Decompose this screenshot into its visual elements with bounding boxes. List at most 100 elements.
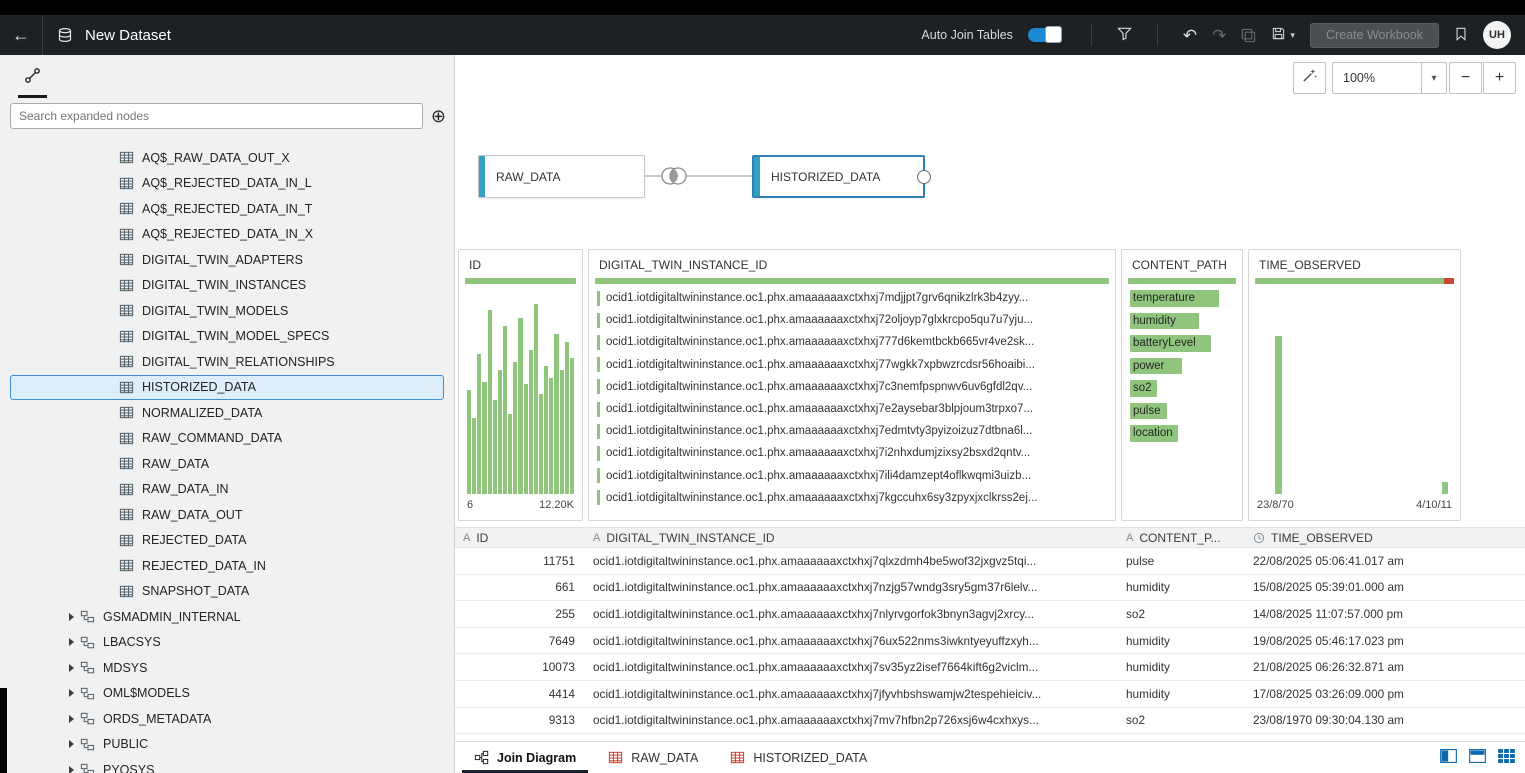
zoom-level-select[interactable]: 100% ▾ (1332, 62, 1447, 94)
sidebar-table-item[interactable]: RAW_DATA_OUT (10, 502, 444, 528)
quality-card-instance-id[interactable]: DIGITAL_TWIN_INSTANCE_ID ocid1.iotdigita… (588, 249, 1116, 521)
content-path-row[interactable]: power (1130, 355, 1234, 378)
expand-caret-icon[interactable] (69, 766, 74, 773)
sidebar-table-item[interactable]: AQ$_RAW_DATA_OUT_X (10, 145, 444, 171)
expand-caret-icon[interactable] (69, 740, 74, 748)
instance-value-row[interactable]: ocid1.iotdigitaltwininstance.oc1.phx.ama… (589, 376, 1115, 398)
split-horizontal-layout-button[interactable] (1469, 749, 1486, 766)
quality-card-content-path[interactable]: CONTENT_PATH temperaturehumiditybatteryL… (1121, 249, 1243, 521)
auto-join-toggle[interactable] (1028, 28, 1060, 42)
split-vertical-layout-button[interactable] (1440, 749, 1457, 766)
instance-value-row[interactable]: ocid1.iotdigitaltwininstance.oc1.phx.ama… (589, 287, 1115, 309)
grid-column-header[interactable]: ADIGITAL_TWIN_INSTANCE_ID (585, 531, 1118, 545)
expand-caret-icon[interactable] (69, 715, 74, 723)
instance-value-row[interactable]: ocid1.iotdigitaltwininstance.oc1.phx.ama… (589, 465, 1115, 487)
sidebar-table-item[interactable]: RAW_DATA (10, 451, 444, 477)
sidebar-table-item[interactable]: SNAPSHOT_DATA (10, 579, 444, 605)
join-handle[interactable] (917, 170, 931, 184)
instance-value-row[interactable]: ocid1.iotdigitaltwininstance.oc1.phx.ama… (589, 309, 1115, 331)
connections-tab[interactable] (18, 67, 47, 98)
undo-button[interactable]: ↶ (1183, 27, 1197, 44)
sidebar-table-item[interactable]: NORMALIZED_DATA (10, 400, 444, 426)
sidebar-schema-item[interactable]: MDSYS (10, 655, 444, 681)
sidebar-table-item[interactable]: AQ$_REJECTED_DATA_IN_X (10, 222, 444, 248)
quality-card-time-observed[interactable]: TIME_OBSERVED 23/8/70 4/10/11 (1248, 249, 1461, 521)
sidebar-table-item[interactable]: AQ$_REJECTED_DATA_IN_T (10, 196, 444, 222)
table-row[interactable]: 11751ocid1.iotdigitaltwininstance.oc1.ph… (455, 548, 1525, 575)
sidebar-table-item[interactable]: DIGITAL_TWIN_MODELS (10, 298, 444, 324)
grid-column-header[interactable]: ACONTENT_P... (1118, 531, 1245, 545)
table-row[interactable]: 9313ocid1.iotdigitaltwininstance.oc1.phx… (455, 708, 1525, 735)
bookmark-button[interactable] (1454, 27, 1468, 44)
search-input[interactable] (10, 103, 423, 129)
content-path-row[interactable]: so2 (1130, 377, 1234, 400)
histogram-bar (544, 366, 548, 494)
expand-caret-icon[interactable] (69, 638, 74, 646)
grid-column-header[interactable]: AID (455, 531, 585, 545)
instance-value-row[interactable]: ocid1.iotdigitaltwininstance.oc1.phx.ama… (589, 420, 1115, 442)
table-row[interactable]: 10073ocid1.iotdigitaltwininstance.oc1.ph… (455, 654, 1525, 681)
redo-button[interactable]: ↷ (1212, 27, 1226, 44)
auto-layout-button[interactable] (1293, 62, 1326, 94)
back-button[interactable]: ← (0, 15, 42, 55)
sidebar-table-item[interactable]: DIGITAL_TWIN_ADAPTERS (10, 247, 444, 273)
content-path-row[interactable]: location (1130, 422, 1234, 445)
filter-button[interactable] (1117, 26, 1132, 44)
footer-tab-raw-data[interactable]: RAW_DATA (592, 742, 714, 773)
footer-tab-historized-data[interactable]: HISTORIZED_DATA (714, 742, 883, 773)
grid-column-header[interactable]: TIME_OBSERVED (1245, 531, 1525, 545)
sidebar-table-item[interactable]: RAW_COMMAND_DATA (10, 426, 444, 452)
instance-value: ocid1.iotdigitaltwininstance.oc1.phx.ama… (606, 381, 1032, 393)
diagram-node-historized-data[interactable]: HISTORIZED_DATA (752, 155, 925, 198)
instance-value-row[interactable]: ocid1.iotdigitaltwininstance.oc1.phx.ama… (589, 331, 1115, 353)
sidebar-table-item[interactable]: REJECTED_DATA (10, 528, 444, 554)
schema-tree[interactable]: AQ$_RAW_DATA_OUT_XAQ$_REJECTED_DATA_IN_L… (0, 135, 454, 773)
table-row[interactable]: 255ocid1.iotdigitaltwininstance.oc1.phx.… (455, 601, 1525, 628)
create-workbook-button[interactable]: Create Workbook (1310, 23, 1439, 48)
sidebar-schema-item[interactable]: GSMADMIN_INTERNAL (10, 604, 444, 630)
cell-content-path: so2 (1118, 713, 1245, 727)
zoom-out-button[interactable]: − (1449, 62, 1482, 94)
histogram-bar (570, 358, 574, 494)
save-button[interactable]: ▾ (1271, 26, 1295, 44)
table-layout-button[interactable] (1498, 749, 1515, 766)
sidebar-table-item[interactable]: DIGITAL_TWIN_RELATIONSHIPS (10, 349, 444, 375)
sidebar-table-item[interactable]: DIGITAL_TWIN_MODEL_SPECS (10, 324, 444, 350)
join-diagram-canvas[interactable]: 100% ▾ − + RAW_DATA HISTORIZED_DATA (455, 55, 1525, 249)
content-path-row[interactable]: humidity (1130, 310, 1234, 333)
instance-value-row[interactable]: ocid1.iotdigitaltwininstance.oc1.phx.ama… (589, 442, 1115, 464)
sidebar-schema-item[interactable]: LBACSYS (10, 630, 444, 656)
sidebar-schema-item[interactable]: OML$MODELS (10, 681, 444, 707)
content-path-row[interactable]: batteryLevel (1130, 332, 1234, 355)
expand-caret-icon[interactable] (69, 613, 74, 621)
schema-icon (80, 762, 95, 773)
content-path-row[interactable]: pulse (1130, 400, 1234, 423)
diagram-node-raw-data[interactable]: RAW_DATA (478, 155, 645, 198)
user-avatar[interactable]: UH (1483, 21, 1511, 49)
expand-caret-icon[interactable] (69, 664, 74, 672)
sidebar-table-item[interactable]: AQ$_REJECTED_DATA_IN_L (10, 171, 444, 197)
sidebar-table-label: SNAPSHOT_DATA (142, 584, 249, 598)
zoom-in-button[interactable]: + (1483, 62, 1516, 94)
expand-caret-icon[interactable] (69, 689, 74, 697)
sidebar-table-item[interactable]: DIGITAL_TWIN_INSTANCES (10, 273, 444, 299)
histogram-bar (529, 350, 533, 494)
content-path-row[interactable]: temperature (1130, 287, 1234, 310)
instance-value-row[interactable]: ocid1.iotdigitaltwininstance.oc1.phx.ama… (589, 487, 1115, 509)
save-icon (1271, 26, 1286, 44)
sidebar-table-item[interactable]: HISTORIZED_DATA (10, 375, 444, 401)
sidebar-schema-item[interactable]: ORDS_METADATA (10, 706, 444, 732)
join-type-icon[interactable] (658, 165, 690, 187)
sidebar-table-item[interactable]: REJECTED_DATA_IN (10, 553, 444, 579)
table-row[interactable]: 7649ocid1.iotdigitaltwininstance.oc1.phx… (455, 628, 1525, 655)
instance-value-row[interactable]: ocid1.iotdigitaltwininstance.oc1.phx.ama… (589, 354, 1115, 376)
add-node-button[interactable]: ⊕ (431, 107, 446, 125)
sidebar-table-item[interactable]: RAW_DATA_IN (10, 477, 444, 503)
instance-value-row[interactable]: ocid1.iotdigitaltwininstance.oc1.phx.ama… (589, 398, 1115, 420)
table-row[interactable]: 661ocid1.iotdigitaltwininstance.oc1.phx.… (455, 575, 1525, 602)
sidebar-schema-item[interactable]: PUBLIC (10, 732, 444, 758)
quality-card-id[interactable]: ID 6 12.20K (458, 249, 583, 521)
sidebar-schema-item[interactable]: PYQSYS (10, 757, 444, 773)
table-row[interactable]: 4414ocid1.iotdigitaltwininstance.oc1.phx… (455, 681, 1525, 708)
footer-tab-join-diagram[interactable]: Join Diagram (458, 742, 592, 773)
